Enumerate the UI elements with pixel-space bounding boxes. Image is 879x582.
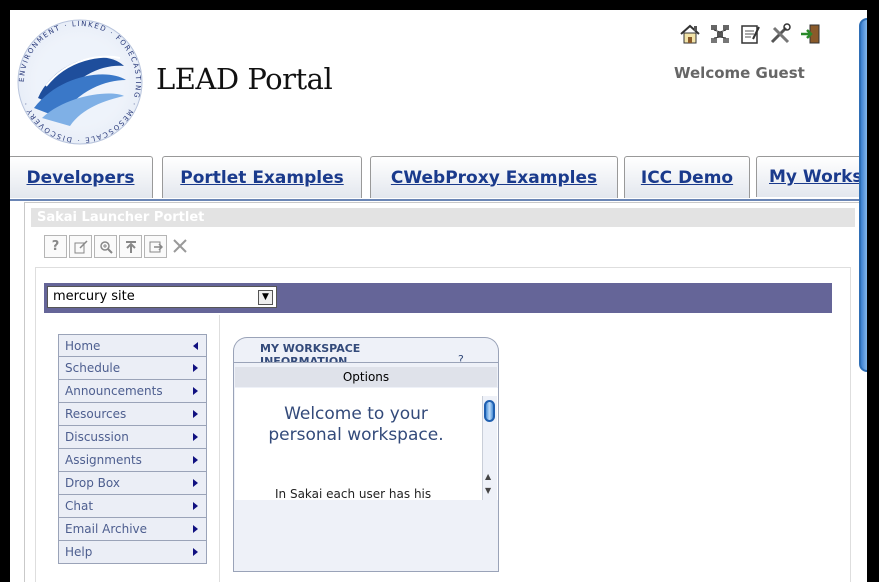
tool-menu-item-discussion[interactable]: Discussion	[59, 426, 207, 449]
arrow-left-icon	[193, 342, 198, 350]
scrollbar-thumb[interactable]	[484, 400, 495, 422]
tab-icc-demo[interactable]: ICC Demo	[624, 156, 750, 198]
edit-profile-icon[interactable]	[738, 22, 762, 46]
arrow-right-icon	[193, 433, 198, 441]
arrow-right-icon	[193, 456, 198, 464]
menu-item-label: Resources	[65, 407, 127, 421]
portal-tabs: Developers Portlet Examples CWebProxy Ex…	[10, 150, 867, 201]
home-icon[interactable]	[678, 22, 702, 46]
tool-menu: Home Schedule Announcements Resources Di…	[58, 334, 207, 564]
arrow-right-icon	[193, 525, 198, 533]
sitemap-icon[interactable]	[708, 22, 732, 46]
header-toolbar	[678, 22, 822, 46]
arrow-right-icon	[193, 387, 198, 395]
workspace-content-frame: Welcome to your personal workspace. In S…	[235, 388, 498, 500]
menu-item-label: Schedule	[65, 361, 121, 375]
menu-item-label: Home	[65, 339, 101, 353]
maximize-icon[interactable]	[94, 235, 117, 258]
portal-window: ENVIRONMENT · LINKED · FORECASTING · MES…	[10, 10, 867, 582]
menu-item-label: Help	[65, 545, 93, 559]
menu-item-label: Announcements	[65, 384, 163, 398]
site-select[interactable]: mercury site ▼	[47, 286, 277, 308]
tool-menu-item-assignments[interactable]: Assignments	[59, 449, 207, 472]
portlet-controls: ?	[44, 235, 190, 258]
move-up-icon[interactable]	[119, 235, 142, 258]
tool-menu-item-announcements[interactable]: Announcements	[59, 380, 207, 403]
close-icon[interactable]	[169, 235, 190, 256]
window-scrollbar-thumb[interactable]	[859, 18, 867, 372]
tools-icon[interactable]	[768, 22, 792, 46]
workspace-intro-text: In Sakai each user has his	[275, 487, 432, 500]
tool-menu-item-schedule[interactable]: Schedule	[59, 357, 207, 380]
chevron-down-icon[interactable]: ▼	[258, 290, 273, 305]
menu-item-label: Email Archive	[65, 522, 148, 536]
welcome-text: Welcome Guest	[674, 64, 805, 82]
scroll-down-icon[interactable]: ▼	[485, 486, 491, 495]
portlet-title: Sakai Launcher Portlet	[31, 208, 855, 227]
arrow-right-icon	[193, 548, 198, 556]
tool-menu-item-help[interactable]: Help	[59, 541, 207, 564]
tool-menu-item-email-archive[interactable]: Email Archive	[59, 518, 207, 541]
tool-menu-item-home[interactable]: Home	[59, 334, 207, 357]
edit-icon[interactable]	[69, 235, 92, 258]
tab-developers[interactable]: Developers	[10, 156, 153, 198]
tool-menu-item-resources[interactable]: Resources	[59, 403, 207, 426]
tool-menu-item-drop-box[interactable]: Drop Box	[59, 472, 207, 495]
logout-icon[interactable]	[798, 22, 822, 46]
detach-icon[interactable]	[144, 235, 167, 258]
column-divider	[219, 315, 220, 582]
workspace-scrollbar[interactable]: ▲ ▼	[482, 396, 497, 500]
workspace-welcome-text: Welcome to your personal workspace.	[268, 404, 444, 445]
arrow-right-icon	[193, 479, 198, 487]
arrow-right-icon	[193, 364, 198, 372]
help-icon[interactable]: ?	[44, 235, 67, 258]
menu-item-label: Chat	[65, 499, 94, 513]
arrow-right-icon	[193, 502, 198, 510]
tool-menu-item-chat[interactable]: Chat	[59, 495, 207, 518]
arrow-right-icon	[193, 410, 198, 418]
menu-item-label: Drop Box	[65, 476, 120, 490]
menu-item-label: Assignments	[65, 453, 142, 467]
tab-cwebproxy-examples[interactable]: CWebProxy Examples	[370, 156, 618, 198]
menu-item-label: Discussion	[65, 430, 129, 444]
site-select-value: mercury site	[53, 289, 135, 304]
lead-logo: ENVIRONMENT · LINKED · FORECASTING · MES…	[17, 19, 143, 145]
tab-portlet-examples[interactable]: Portlet Examples	[162, 156, 362, 198]
scroll-up-icon[interactable]: ▲	[485, 472, 491, 481]
workspace-options-link[interactable]: Options	[235, 367, 497, 387]
tab-my-workspace[interactable]: My Works	[756, 156, 867, 197]
portal-title: LEAD Portal	[156, 62, 333, 96]
